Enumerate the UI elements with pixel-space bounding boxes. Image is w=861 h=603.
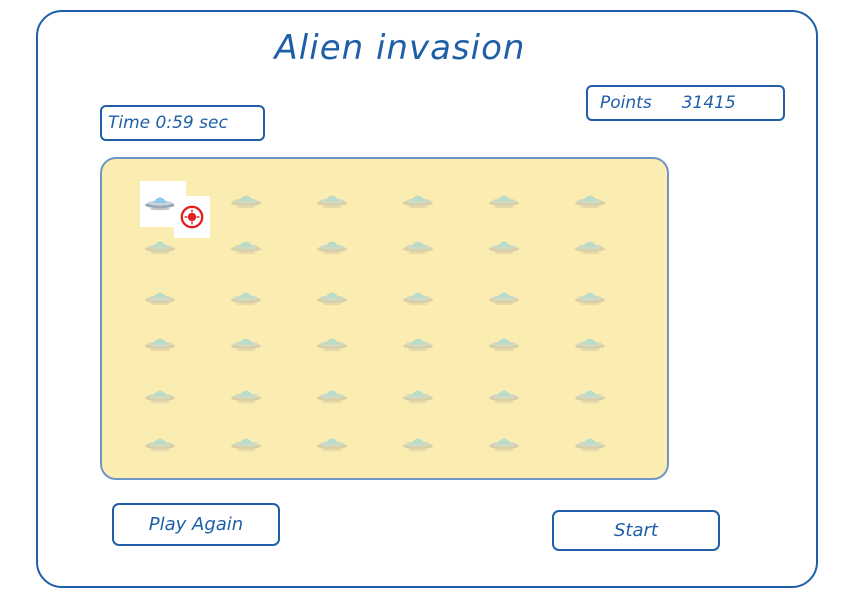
ufo-icon[interactable]	[230, 189, 262, 209]
ufo-icon[interactable]	[230, 384, 262, 404]
ufo-icon[interactable]	[574, 432, 606, 452]
timer-label: Time	[108, 113, 151, 133]
ufo-icon[interactable]	[316, 189, 348, 209]
ufo-icon[interactable]	[230, 332, 262, 352]
ufo-icon[interactable]	[402, 286, 434, 306]
ufo-icon[interactable]	[144, 286, 176, 306]
ufo-icon[interactable]	[488, 432, 520, 452]
ufo-icon[interactable]	[574, 332, 606, 352]
ufo-icon[interactable]	[144, 191, 176, 211]
ufo-icon[interactable]	[144, 384, 176, 404]
ufo-icon[interactable]	[402, 384, 434, 404]
ufo-icon[interactable]	[316, 235, 348, 255]
ufo-icon[interactable]	[144, 332, 176, 352]
ufo-icon[interactable]	[488, 189, 520, 209]
ufo-icon[interactable]	[488, 332, 520, 352]
timer-display: Time 0:59 sec	[100, 105, 265, 141]
ufo-icon[interactable]	[144, 235, 176, 255]
ufo-icon[interactable]	[488, 384, 520, 404]
ufo-icon[interactable]	[488, 286, 520, 306]
ufo-icon[interactable]	[402, 332, 434, 352]
ufo-icon[interactable]	[230, 235, 262, 255]
timer-value: 0:59	[155, 113, 194, 133]
ufo-icon[interactable]	[144, 432, 176, 452]
game-arena[interactable]	[100, 157, 669, 480]
ufo-icon[interactable]	[574, 286, 606, 306]
ufo-icon[interactable]	[402, 432, 434, 452]
start-button[interactable]: Start	[552, 510, 720, 551]
ufo-icon[interactable]	[488, 235, 520, 255]
ufo-icon[interactable]	[316, 332, 348, 352]
play-again-button[interactable]: Play Again	[112, 503, 280, 546]
points-display: Points 31415	[586, 85, 785, 121]
crosshair-target-icon	[174, 196, 210, 238]
timer-unit: sec	[199, 113, 228, 133]
ufo-icon[interactable]	[574, 189, 606, 209]
points-label: Points	[600, 93, 652, 113]
ufo-icon[interactable]	[316, 286, 348, 306]
ufo-icon[interactable]	[574, 235, 606, 255]
ufo-icon[interactable]	[316, 432, 348, 452]
ufo-icon[interactable]	[230, 286, 262, 306]
points-value: 31415	[681, 93, 736, 113]
ufo-icon[interactable]	[230, 432, 262, 452]
ufo-icon[interactable]	[316, 384, 348, 404]
ufo-icon[interactable]	[402, 189, 434, 209]
ufo-icon[interactable]	[574, 384, 606, 404]
ufo-icon[interactable]	[402, 235, 434, 255]
game-title: Alien invasion	[274, 28, 526, 68]
